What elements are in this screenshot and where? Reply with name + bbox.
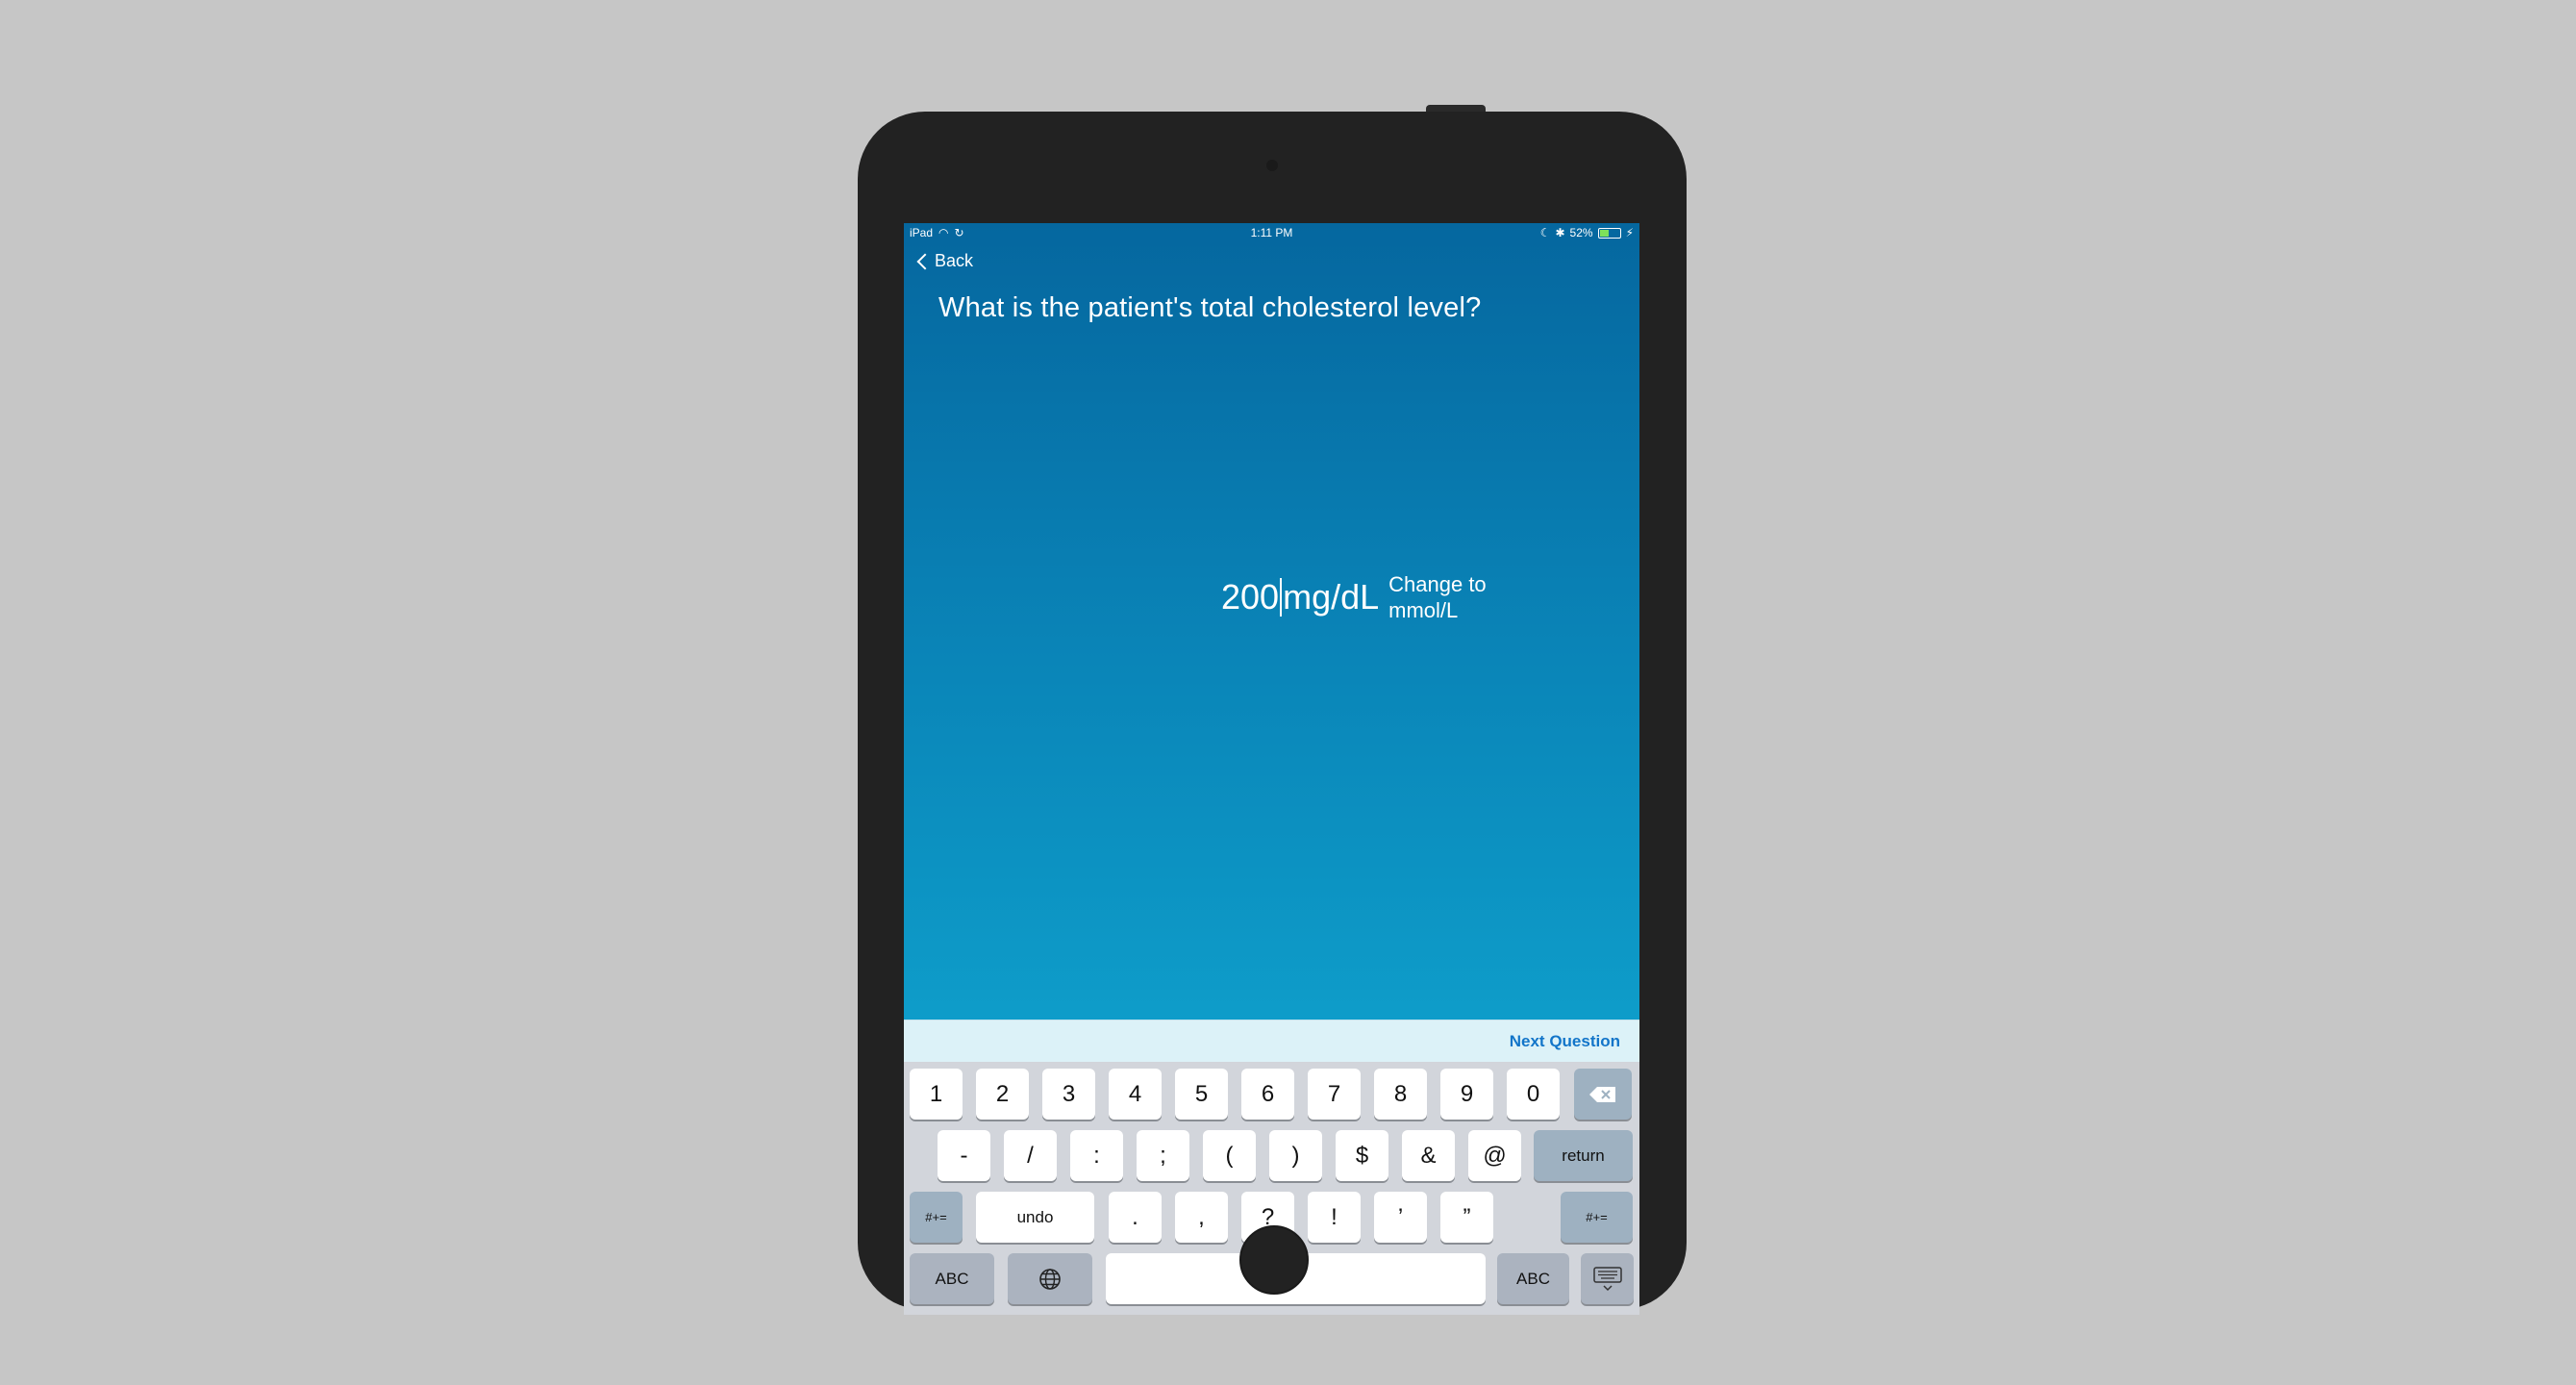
chevron-left-icon xyxy=(916,253,934,269)
answer-row: 200 mg/dL Change to mmol/L xyxy=(1221,571,1504,623)
battery-icon xyxy=(1597,227,1621,239)
globe-key[interactable] xyxy=(1008,1253,1092,1304)
change-unit-button[interactable]: Change to mmol/L xyxy=(1388,571,1504,623)
keyboard-accessory-bar: Next Question xyxy=(904,1020,1639,1063)
key-slash[interactable]: / xyxy=(1004,1130,1057,1181)
battery-fill xyxy=(1599,229,1609,237)
key-period[interactable]: . xyxy=(1109,1192,1162,1243)
key-apostrophe[interactable]: ’ xyxy=(1374,1192,1427,1243)
abc-key-left[interactable]: ABC xyxy=(910,1253,994,1304)
text-cursor xyxy=(1280,578,1283,617)
key-hyphen[interactable]: - xyxy=(938,1130,990,1181)
key-at[interactable]: @ xyxy=(1468,1130,1521,1181)
battery-percent: 52% xyxy=(1569,226,1593,239)
home-button[interactable] xyxy=(1239,1225,1309,1295)
key-8[interactable]: 8 xyxy=(1374,1069,1427,1120)
status-right: ☾ ✱ 52% ⚡ xyxy=(1540,226,1634,239)
key-ampersand[interactable]: & xyxy=(1402,1130,1455,1181)
key-close-paren[interactable]: ) xyxy=(1269,1130,1322,1181)
back-label: Back xyxy=(935,251,974,270)
return-key[interactable]: return xyxy=(1534,1130,1633,1181)
key-4[interactable]: 4 xyxy=(1109,1069,1162,1120)
screen: iPad ◠ ↻ 1:11 PM ☾ ✱ 52% ⚡ Back What is … xyxy=(904,223,1639,1315)
question-title: What is the patient's total cholesterol … xyxy=(938,292,1482,323)
status-bar: iPad ◠ ↻ 1:11 PM ☾ ✱ 52% ⚡ xyxy=(904,223,1639,242)
key-6[interactable]: 6 xyxy=(1241,1069,1294,1120)
symbols-key-left[interactable]: #+= xyxy=(910,1192,963,1243)
key-quote[interactable]: ” xyxy=(1440,1192,1493,1243)
cholesterol-value-input[interactable]: 200 xyxy=(1221,577,1279,617)
key-comma[interactable]: , xyxy=(1175,1192,1228,1243)
undo-key[interactable]: undo xyxy=(976,1192,1094,1243)
ipad-device-frame: iPad ◠ ↻ 1:11 PM ☾ ✱ 52% ⚡ Back What is … xyxy=(858,112,1687,1315)
key-9[interactable]: 9 xyxy=(1440,1069,1493,1120)
bluetooth-icon: ✱ xyxy=(1555,226,1565,239)
globe-icon xyxy=(1039,1268,1061,1290)
key-3[interactable]: 3 xyxy=(1042,1069,1095,1120)
key-7[interactable]: 7 xyxy=(1308,1069,1361,1120)
key-colon[interactable]: : xyxy=(1070,1130,1123,1181)
moon-icon: ☾ xyxy=(1539,226,1551,239)
backspace-icon xyxy=(1589,1086,1615,1102)
symbols-key-right[interactable]: #+= xyxy=(1561,1192,1633,1243)
key-open-paren[interactable]: ( xyxy=(1203,1130,1256,1181)
canvas: iPad ◠ ↻ 1:11 PM ☾ ✱ 52% ⚡ Back What is … xyxy=(0,0,2576,1385)
delete-key[interactable] xyxy=(1574,1069,1632,1120)
unit-label: mg/dL xyxy=(1283,577,1380,617)
key-dollar[interactable]: $ xyxy=(1336,1130,1388,1181)
front-camera xyxy=(1266,160,1278,171)
key-2[interactable]: 2 xyxy=(976,1069,1029,1120)
status-time: 1:11 PM xyxy=(1250,226,1293,239)
dismiss-keyboard-key[interactable] xyxy=(1581,1253,1634,1304)
key-1[interactable]: 1 xyxy=(910,1069,963,1120)
abc-key-right[interactable]: ABC xyxy=(1497,1253,1569,1304)
key-exclamation[interactable]: ! xyxy=(1308,1192,1361,1243)
next-question-button[interactable]: Next Question xyxy=(1510,1032,1620,1051)
key-semicolon[interactable]: ; xyxy=(1137,1130,1189,1181)
key-0[interactable]: 0 xyxy=(1507,1069,1560,1120)
key-5[interactable]: 5 xyxy=(1175,1069,1228,1120)
back-button[interactable]: Back xyxy=(915,251,973,271)
keyboard-dismiss-icon xyxy=(1592,1266,1622,1291)
charging-icon: ⚡ xyxy=(1625,226,1634,239)
